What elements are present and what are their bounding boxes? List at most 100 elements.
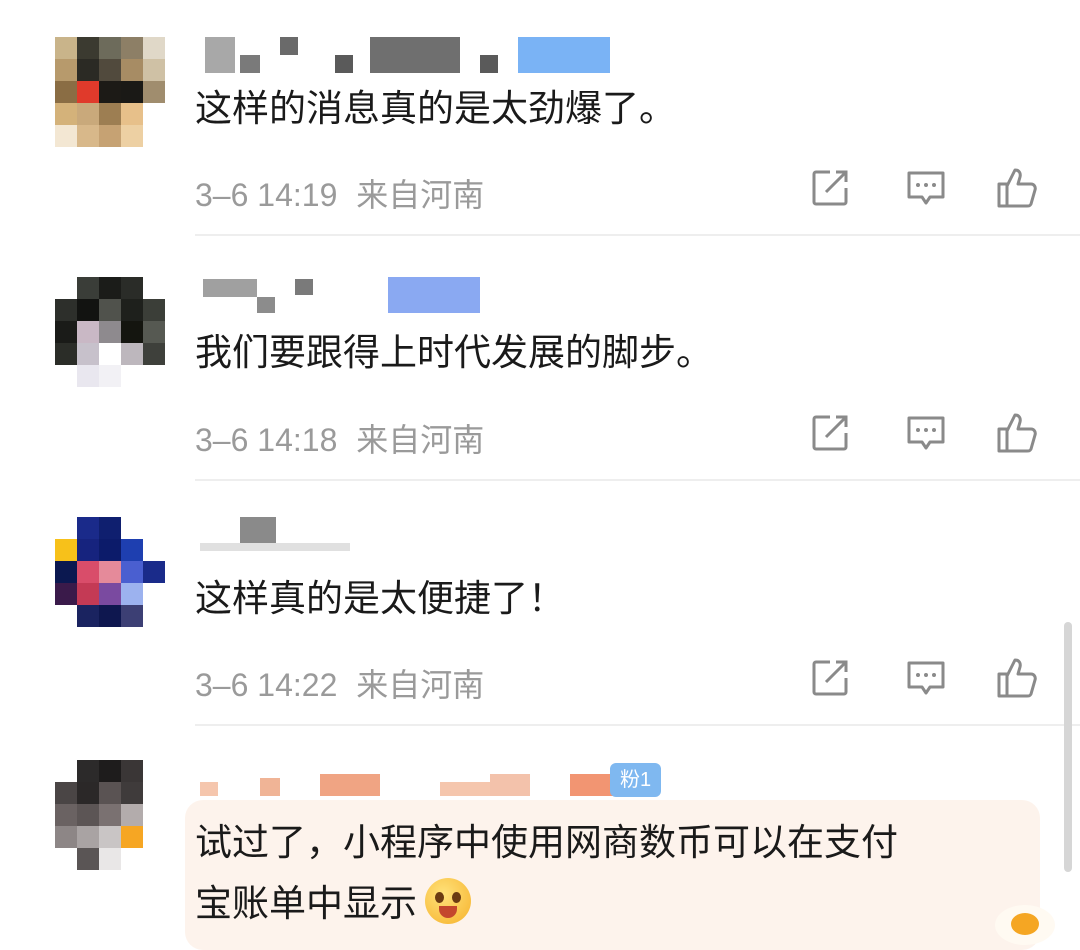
divider — [195, 234, 1080, 236]
avatar-pixel — [77, 299, 99, 321]
avatar-pixel — [55, 103, 77, 125]
avatar-pixel — [55, 782, 77, 804]
avatar-pixel — [99, 125, 121, 147]
avatar[interactable] — [55, 760, 165, 870]
share-icon[interactable] — [808, 166, 852, 210]
avatar-pixel — [143, 125, 165, 147]
avatar-pixel — [77, 782, 99, 804]
share-icon[interactable] — [808, 656, 852, 700]
egg-sticker-icon — [995, 905, 1055, 945]
avatar-pixel — [55, 848, 77, 870]
comment-time: 3–6 14:22 — [195, 667, 338, 703]
avatar-pixel — [143, 343, 165, 365]
avatar-pixel — [121, 365, 143, 387]
avatar-pixel — [121, 81, 143, 103]
avatar[interactable] — [55, 517, 165, 627]
avatar-pixel — [99, 365, 121, 387]
avatar-pixel — [77, 517, 99, 539]
avatar-pixel — [143, 277, 165, 299]
comment-location: 来自河南 — [356, 667, 485, 703]
avatar-pixel — [55, 125, 77, 147]
avatar-pixel — [121, 826, 143, 848]
avatar[interactable] — [55, 277, 165, 387]
avatar-pixel — [77, 125, 99, 147]
comment-text: 这样真的是太便捷了！ — [195, 577, 565, 620]
avatar-pixel — [77, 760, 99, 782]
avatar-pixel — [55, 539, 77, 561]
avatar-pixel — [99, 605, 121, 627]
divider — [195, 724, 1080, 726]
avatar-pixel — [143, 517, 165, 539]
avatar-pixel — [121, 561, 143, 583]
comment-text-line1: 试过了，小程序中使用网商数币可以在支付 — [195, 821, 898, 864]
avatar-pixel — [121, 760, 143, 782]
comment-time: 3–6 14:19 — [195, 177, 338, 213]
avatar-pixel — [143, 583, 165, 605]
avatar-pixel — [77, 365, 99, 387]
avatar-pixel — [99, 760, 121, 782]
comment-meta: 3–6 14:19 来自河南 — [195, 170, 484, 216]
emoji-icon — [425, 878, 471, 924]
avatar-pixel — [143, 848, 165, 870]
comment-text: 我们要跟得上时代发展的脚步。 — [195, 331, 713, 374]
avatar-pixel — [143, 804, 165, 826]
avatar-pixel — [99, 848, 121, 870]
avatar-pixel — [77, 81, 99, 103]
avatar-pixel — [77, 561, 99, 583]
avatar-pixel — [55, 277, 77, 299]
avatar-pixel — [143, 539, 165, 561]
comment-icon[interactable] — [904, 656, 948, 700]
avatar-pixel — [99, 804, 121, 826]
avatar-pixel — [55, 583, 77, 605]
avatar-pixel — [143, 782, 165, 804]
avatar-pixel — [99, 277, 121, 299]
username-blurred[interactable] — [200, 277, 500, 317]
username-blurred[interactable] — [200, 760, 620, 800]
divider — [195, 479, 1080, 481]
username-blurred[interactable] — [200, 37, 620, 77]
avatar-pixel — [121, 277, 143, 299]
avatar-pixel — [121, 583, 143, 605]
share-icon[interactable] — [808, 411, 852, 455]
avatar-pixel — [55, 343, 77, 365]
avatar[interactable] — [55, 37, 165, 147]
comment-meta: 3–6 14:22 来自河南 — [195, 660, 484, 706]
avatar-pixel — [121, 37, 143, 59]
thumbs-up-icon[interactable] — [994, 166, 1038, 210]
avatar-pixel — [99, 103, 121, 125]
comment-time: 3–6 14:18 — [195, 422, 338, 458]
avatar-pixel — [99, 583, 121, 605]
avatar-pixel — [121, 125, 143, 147]
avatar-pixel — [143, 59, 165, 81]
avatar-pixel — [55, 605, 77, 627]
avatar-pixel — [77, 539, 99, 561]
avatar-pixel — [55, 365, 77, 387]
scrollbar[interactable] — [1064, 622, 1072, 872]
avatar-pixel — [143, 37, 165, 59]
avatar-pixel — [121, 848, 143, 870]
comment-icon[interactable] — [904, 166, 948, 210]
comment-text: 这样的消息真的是太劲爆了。 — [195, 87, 676, 130]
comment-location: 来自河南 — [356, 422, 485, 458]
avatar-pixel — [99, 561, 121, 583]
avatar-pixel — [55, 59, 77, 81]
avatar-pixel — [143, 826, 165, 848]
comment-icon[interactable] — [904, 411, 948, 455]
avatar-pixel — [55, 826, 77, 848]
avatar-pixel — [121, 804, 143, 826]
comment-actions — [808, 166, 1048, 210]
avatar-pixel — [121, 539, 143, 561]
comment-location: 来自河南 — [356, 177, 485, 213]
avatar-pixel — [143, 760, 165, 782]
thumbs-up-icon[interactable] — [994, 656, 1038, 700]
avatar-pixel — [55, 517, 77, 539]
fan-badge: 粉1 — [610, 763, 662, 797]
avatar-pixel — [55, 37, 77, 59]
avatar-pixel — [121, 343, 143, 365]
avatar-pixel — [121, 321, 143, 343]
username-blurred[interactable] — [200, 515, 400, 555]
avatar-pixel — [55, 81, 77, 103]
avatar-pixel — [99, 299, 121, 321]
thumbs-up-icon[interactable] — [994, 411, 1038, 455]
avatar-pixel — [77, 848, 99, 870]
